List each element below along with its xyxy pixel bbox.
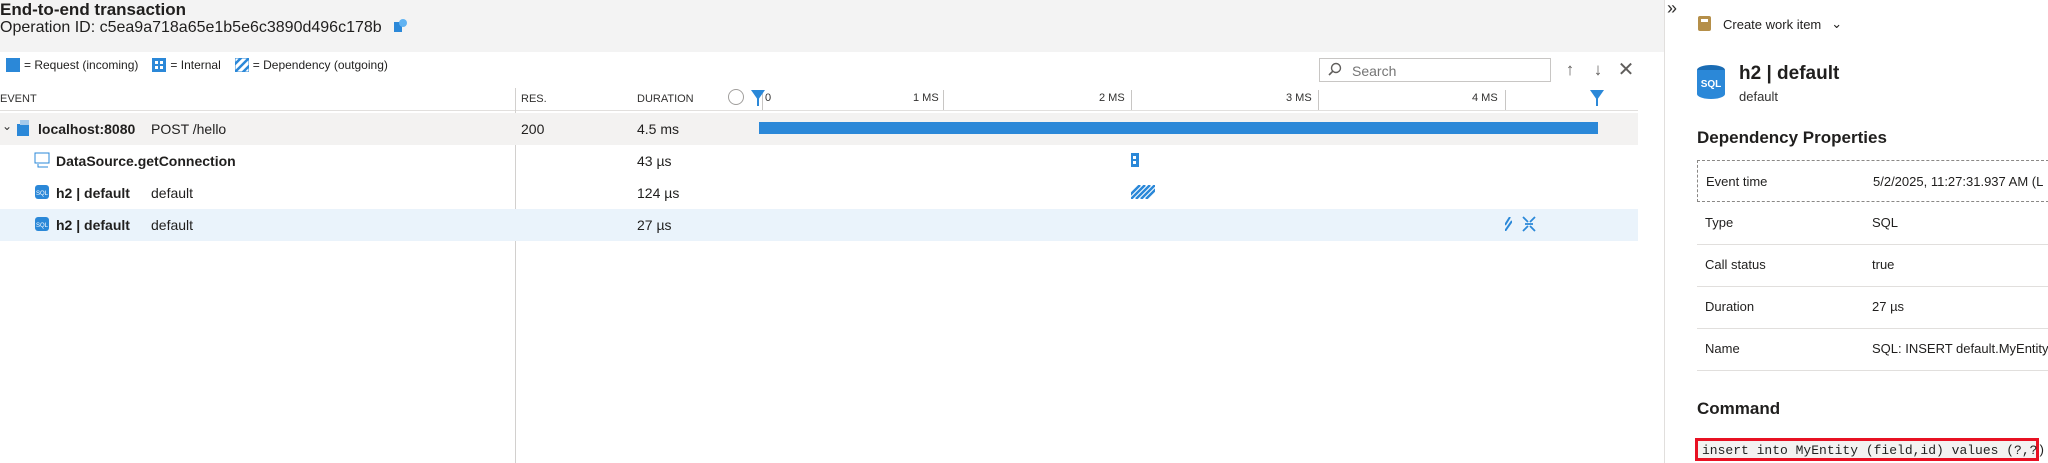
create-work-item-label: Create work item bbox=[1723, 16, 1822, 32]
column-res[interactable]: RES. bbox=[521, 93, 547, 105]
panel-title: h2 | default bbox=[1739, 63, 1840, 84]
tick-line-2 bbox=[1131, 90, 1132, 110]
collapse-icon[interactable] bbox=[1522, 216, 1536, 235]
row-duration: 124 µs bbox=[637, 185, 680, 201]
internal-legend-swatch bbox=[152, 58, 167, 72]
time-cursor-icon[interactable] bbox=[728, 89, 744, 105]
tick-line-1 bbox=[943, 90, 944, 110]
dependency-duration-bar[interactable] bbox=[1504, 216, 1513, 232]
command-text: insert into MyEntity (field,id) values (… bbox=[1702, 443, 2046, 458]
property-row[interactable]: Type SQL bbox=[1697, 202, 2048, 245]
legend: = Request (incoming) = Internal = Depend… bbox=[6, 53, 388, 77]
internal-dependency-icon bbox=[34, 152, 50, 171]
chevron-down-icon[interactable]: ⌄ bbox=[2, 119, 12, 133]
section-dependency-properties: Dependency Properties bbox=[1697, 128, 1887, 147]
tick-label-2: 2 MS bbox=[1099, 92, 1125, 104]
row-event-name: DataSource.getConnection bbox=[56, 153, 236, 169]
tick-label-4: 4 MS bbox=[1472, 92, 1498, 104]
row-res: 200 bbox=[521, 121, 545, 137]
row-event-detail: POST /hello bbox=[151, 121, 227, 137]
timeline-start-marker[interactable] bbox=[751, 90, 765, 111]
row-duration: 27 µs bbox=[637, 217, 672, 233]
row-event-name: h2 | default bbox=[56, 185, 130, 201]
copy-operation-icon[interactable] bbox=[392, 18, 408, 34]
property-key: Event time bbox=[1706, 174, 1768, 189]
property-value: 5/2/2025, 11:27:31.937 AM (L bbox=[1873, 174, 2044, 189]
arrow-up-icon[interactable]: ↑ bbox=[1558, 58, 1582, 82]
timeline-end-marker[interactable] bbox=[1590, 90, 1604, 111]
property-value: 27 µs bbox=[1872, 299, 1905, 314]
tick-label-3: 3 MS bbox=[1286, 92, 1312, 104]
legend-dependency-label: = Dependency (outgoing) bbox=[252, 58, 388, 72]
tick-label-0: 0 bbox=[765, 92, 772, 104]
sql-badge: SQL bbox=[1700, 79, 1722, 90]
tick-line-4 bbox=[1505, 90, 1506, 110]
row-event-name: h2 | default bbox=[56, 217, 130, 233]
sql-database-icon: SQL bbox=[34, 184, 50, 203]
property-value: SQL bbox=[1872, 215, 1899, 230]
property-key: Duration bbox=[1705, 299, 1755, 314]
section-command: Command bbox=[1697, 399, 1781, 418]
arrow-down-icon[interactable]: ↓ bbox=[1586, 58, 1610, 82]
table-row-selected[interactable]: SQL h2 | default default 27 µs bbox=[0, 209, 1638, 241]
property-key: Name bbox=[1705, 341, 1740, 356]
expand-panel-icon[interactable]: » bbox=[1667, 0, 1677, 19]
property-row[interactable]: Call status true bbox=[1697, 244, 2048, 287]
legend-internal-label: = Internal bbox=[170, 58, 221, 72]
tick-line-3 bbox=[1318, 90, 1319, 110]
search-box[interactable] bbox=[1319, 58, 1551, 82]
row-event-detail: default bbox=[151, 185, 194, 201]
sql-database-icon: SQL bbox=[1695, 64, 1727, 105]
property-row[interactable]: Duration 27 µs bbox=[1697, 286, 2048, 329]
create-work-item-button[interactable]: Create work item ⌄ bbox=[1697, 14, 1842, 34]
property-value: SQL: INSERT default.MyEntity bbox=[1872, 341, 2048, 356]
operation-id-text: Operation ID: c5ea9a718a65e1b5e6c3890d49… bbox=[0, 19, 382, 36]
property-row[interactable]: Name SQL: INSERT default.MyEntity bbox=[1697, 328, 2048, 371]
dependency-duration-bar[interactable] bbox=[1125, 184, 1161, 200]
svg-text:SQL: SQL bbox=[36, 191, 49, 197]
property-row[interactable]: Event time 5/2/2025, 11:27:31.937 AM (L bbox=[1697, 160, 2048, 202]
close-icon[interactable]: ✕ bbox=[1614, 58, 1638, 82]
row-event-name: localhost:8080 bbox=[38, 121, 136, 137]
column-duration[interactable]: DURATION bbox=[637, 93, 694, 105]
property-key: Type bbox=[1705, 215, 1734, 230]
table-row[interactable]: ⌄ localhost:8080 POST /hello 200 4.5 ms bbox=[0, 113, 1638, 145]
request-duration-bar[interactable] bbox=[759, 122, 1598, 134]
table-row[interactable]: SQL h2 | default default 124 µs bbox=[0, 177, 1638, 209]
sql-database-icon: SQL bbox=[34, 216, 50, 235]
property-key: Call status bbox=[1705, 257, 1766, 272]
search-input[interactable] bbox=[1350, 61, 1544, 81]
panel-subtitle: default bbox=[1739, 89, 1779, 104]
command-box[interactable]: insert into MyEntity (field,id) values (… bbox=[1695, 438, 2045, 461]
request-icon bbox=[17, 120, 33, 139]
chevron-down-icon: ⌄ bbox=[1831, 16, 1843, 31]
request-legend-swatch bbox=[6, 58, 20, 72]
column-header-row: EVENT RES. DURATION bbox=[0, 88, 1638, 111]
row-event-detail: default bbox=[151, 217, 194, 233]
row-duration: 43 µs bbox=[637, 153, 672, 169]
row-duration: 4.5 ms bbox=[637, 121, 680, 137]
work-item-icon bbox=[1697, 15, 1713, 34]
property-value: true bbox=[1872, 257, 1895, 272]
legend-request-label: = Request (incoming) bbox=[24, 58, 139, 72]
column-event[interactable]: EVENT bbox=[0, 93, 37, 105]
page-title: End-to-end transaction bbox=[0, 0, 187, 19]
tick-label-1: 1 MS bbox=[913, 92, 939, 104]
dependency-legend-swatch bbox=[229, 53, 254, 77]
transaction-pane: End-to-end transaction Operation ID: c5e… bbox=[0, 0, 1664, 463]
search-icon bbox=[1328, 62, 1342, 79]
svg-text:SQL: SQL bbox=[36, 223, 49, 229]
details-panel: » Create work item ⌄ SQL h2 | default de… bbox=[1664, 0, 2048, 463]
internal-duration-bar[interactable] bbox=[1131, 153, 1139, 167]
table-row[interactable]: DataSource.getConnection 43 µs bbox=[0, 145, 1638, 177]
operation-id: Operation ID: c5ea9a718a65e1b5e6c3890d49… bbox=[0, 18, 408, 37]
